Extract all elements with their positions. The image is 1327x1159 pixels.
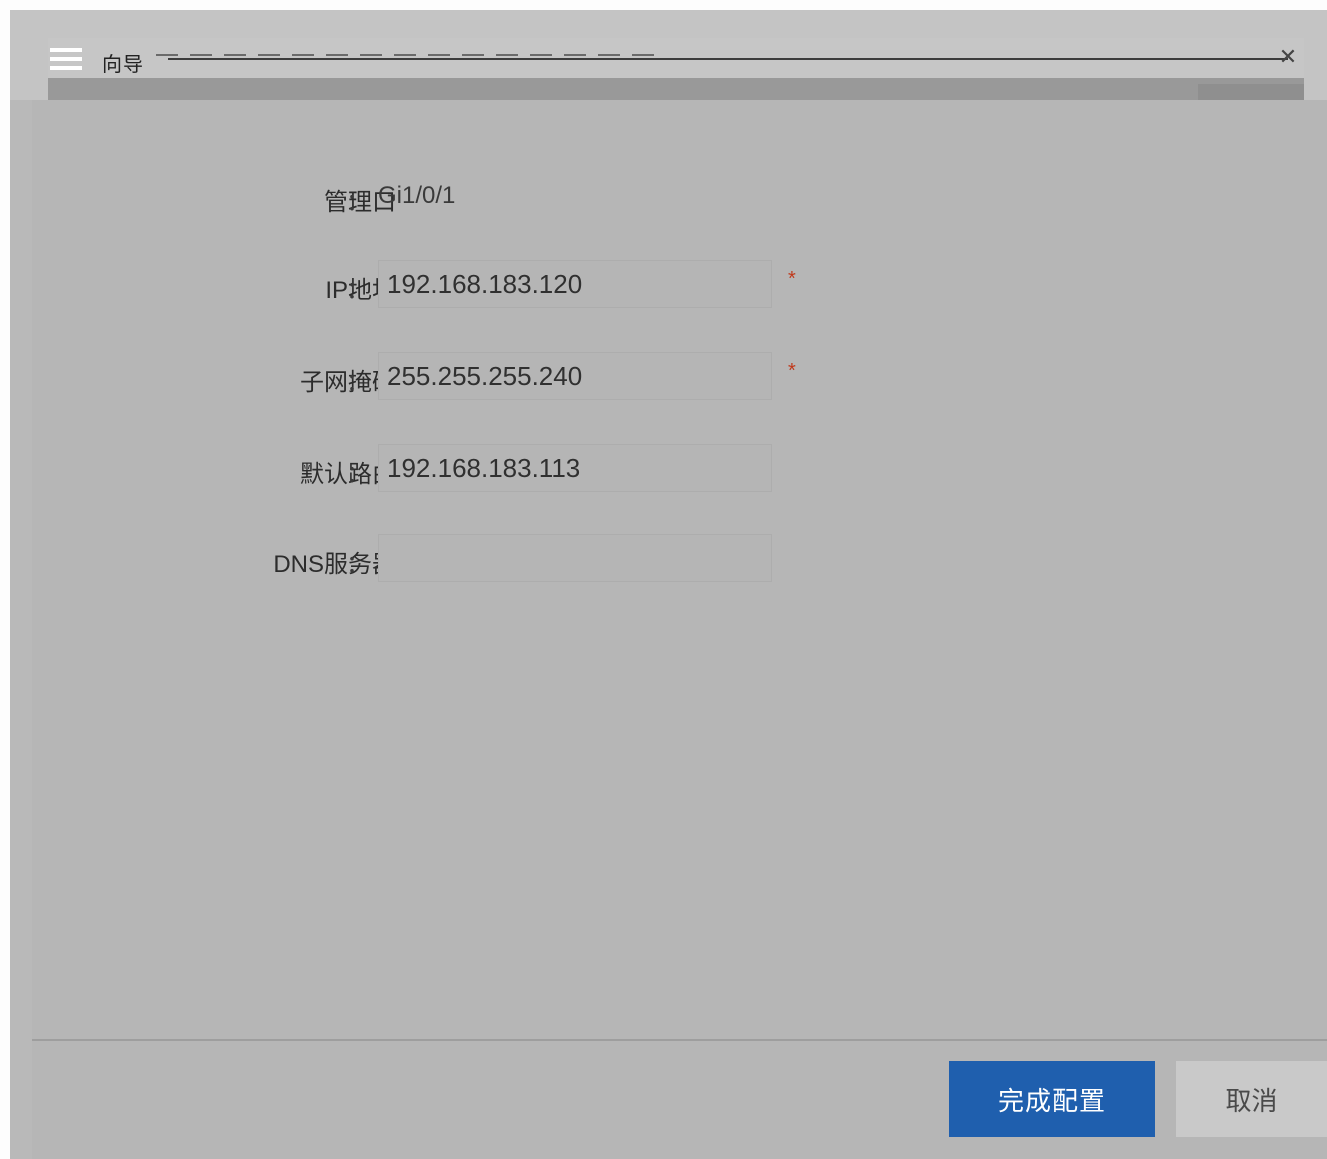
dialog-titlebar: 向导 ✕ [48,38,1304,102]
gateway-colon: ： [346,461,370,488]
close-icon[interactable]: ✕ [1274,44,1302,70]
dialog-footer: 完成配置 取消 [32,1041,1327,1159]
ip-required-marker: * [788,268,796,290]
default-route-input[interactable] [378,444,772,492]
mgmt-port-colon: ： [346,189,370,216]
titlebar-divider [168,58,1288,60]
mask-required-marker: * [788,360,796,382]
dialog-title: 向导 [102,54,144,76]
form-row-mask: 子网掩码 ： * [32,352,932,402]
dialog-body: 管理口 ： Gi1/0/1 IP地址 ： * 子网掩码 ： * 默认路由 ： D… [32,100,1327,1040]
mgmt-port-value: Gi1/0/1 [378,182,456,209]
ip-colon: ： [346,277,370,304]
form-row-dns: DNS服务器 ： [32,534,932,584]
menu-icon[interactable] [48,46,84,72]
mask-colon: ： [346,369,370,396]
subnet-mask-input[interactable] [378,352,772,400]
dns-colon: ： [346,551,370,578]
form-row-gateway: 默认路由 ： [32,444,932,494]
page: 向导 ✕ 管理口 ： Gi1/0/1 IP地址 ： * 子网掩码 ： * 默认路… [0,0,1327,1159]
cancel-button[interactable]: 取消 [1176,1061,1327,1137]
titlebar-divider-dotted [156,54,656,56]
dns-server-input[interactable] [378,534,772,582]
ip-address-input[interactable] [378,260,772,308]
background-sidebar-strip [10,100,33,1159]
titlebar-shadow [48,78,1304,102]
finish-config-button[interactable]: 完成配置 [949,1061,1155,1137]
form-row-ip: IP地址 ： * [32,260,932,310]
form-row-mgmt-port: 管理口 ： Gi1/0/1 [32,172,932,222]
